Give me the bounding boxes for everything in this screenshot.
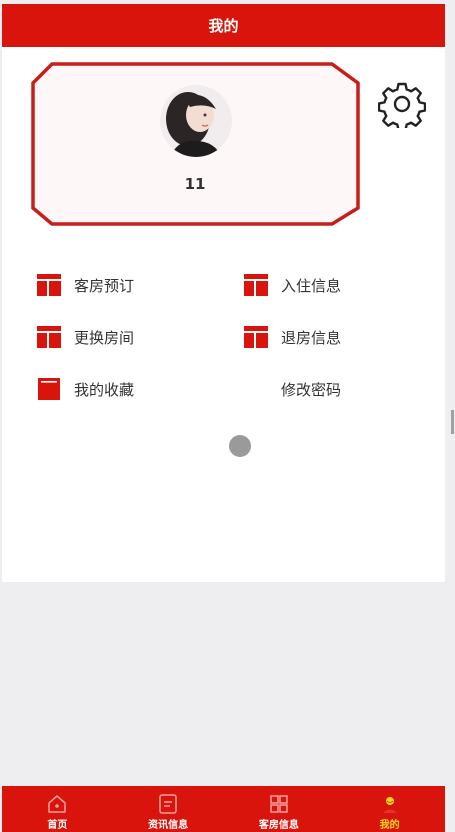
room-icon <box>37 326 61 348</box>
menu-item-label: 入住信息 <box>281 276 342 295</box>
home-icon <box>48 795 67 813</box>
menu-item-label: 我的收藏 <box>74 380 135 399</box>
menu-item-my-favorites[interactable]: 我的收藏 <box>37 376 134 402</box>
username: 11 <box>184 175 206 193</box>
menu-item-change-password[interactable]: 修改密码 <box>281 376 341 402</box>
gear-icon[interactable] <box>378 80 426 128</box>
room-icon <box>244 326 268 348</box>
menu-item-label: 修改密码 <box>281 380 342 399</box>
menu-item-room-booking[interactable]: 客房预订 <box>37 272 134 298</box>
profile-panel: 11 客房预订 入住信息 更换房间 退房信息 我的收藏 修改密码 <box>2 47 445 582</box>
tab-home[interactable]: 首页 <box>2 786 113 832</box>
favorite-icon <box>38 378 60 400</box>
news-icon <box>159 794 177 814</box>
menu-item-checkin-info[interactable]: 入住信息 <box>244 272 341 298</box>
avatar[interactable] <box>160 85 232 157</box>
tab-label: 首页 <box>47 820 68 831</box>
tab-rooms[interactable]: 客房信息 <box>224 786 335 832</box>
page-title: 我的 <box>208 17 239 35</box>
tab-label: 我的 <box>379 820 400 831</box>
menu-item-label: 客房预订 <box>74 276 135 295</box>
page-header: 我的 <box>2 4 445 47</box>
scrollbar[interactable] <box>451 410 454 434</box>
tab-mine[interactable]: 我的 <box>334 786 445 832</box>
tab-news[interactable]: 资讯信息 <box>113 786 224 832</box>
bottom-tab-bar: 首页 资讯信息 客房信息 我的 <box>2 786 445 832</box>
room-icon <box>37 274 61 296</box>
menu-item-label: 更换房间 <box>74 328 135 347</box>
menu-item-change-room[interactable]: 更换房间 <box>37 324 134 350</box>
menu-item-label: 退房信息 <box>281 328 342 347</box>
loading-indicator <box>229 435 251 457</box>
room-icon <box>244 274 268 296</box>
tab-label: 资讯信息 <box>148 820 189 831</box>
grid-icon <box>270 795 288 813</box>
tab-label: 客房信息 <box>258 820 299 831</box>
menu-item-checkout-info[interactable]: 退房信息 <box>244 324 341 350</box>
user-icon <box>382 797 397 813</box>
